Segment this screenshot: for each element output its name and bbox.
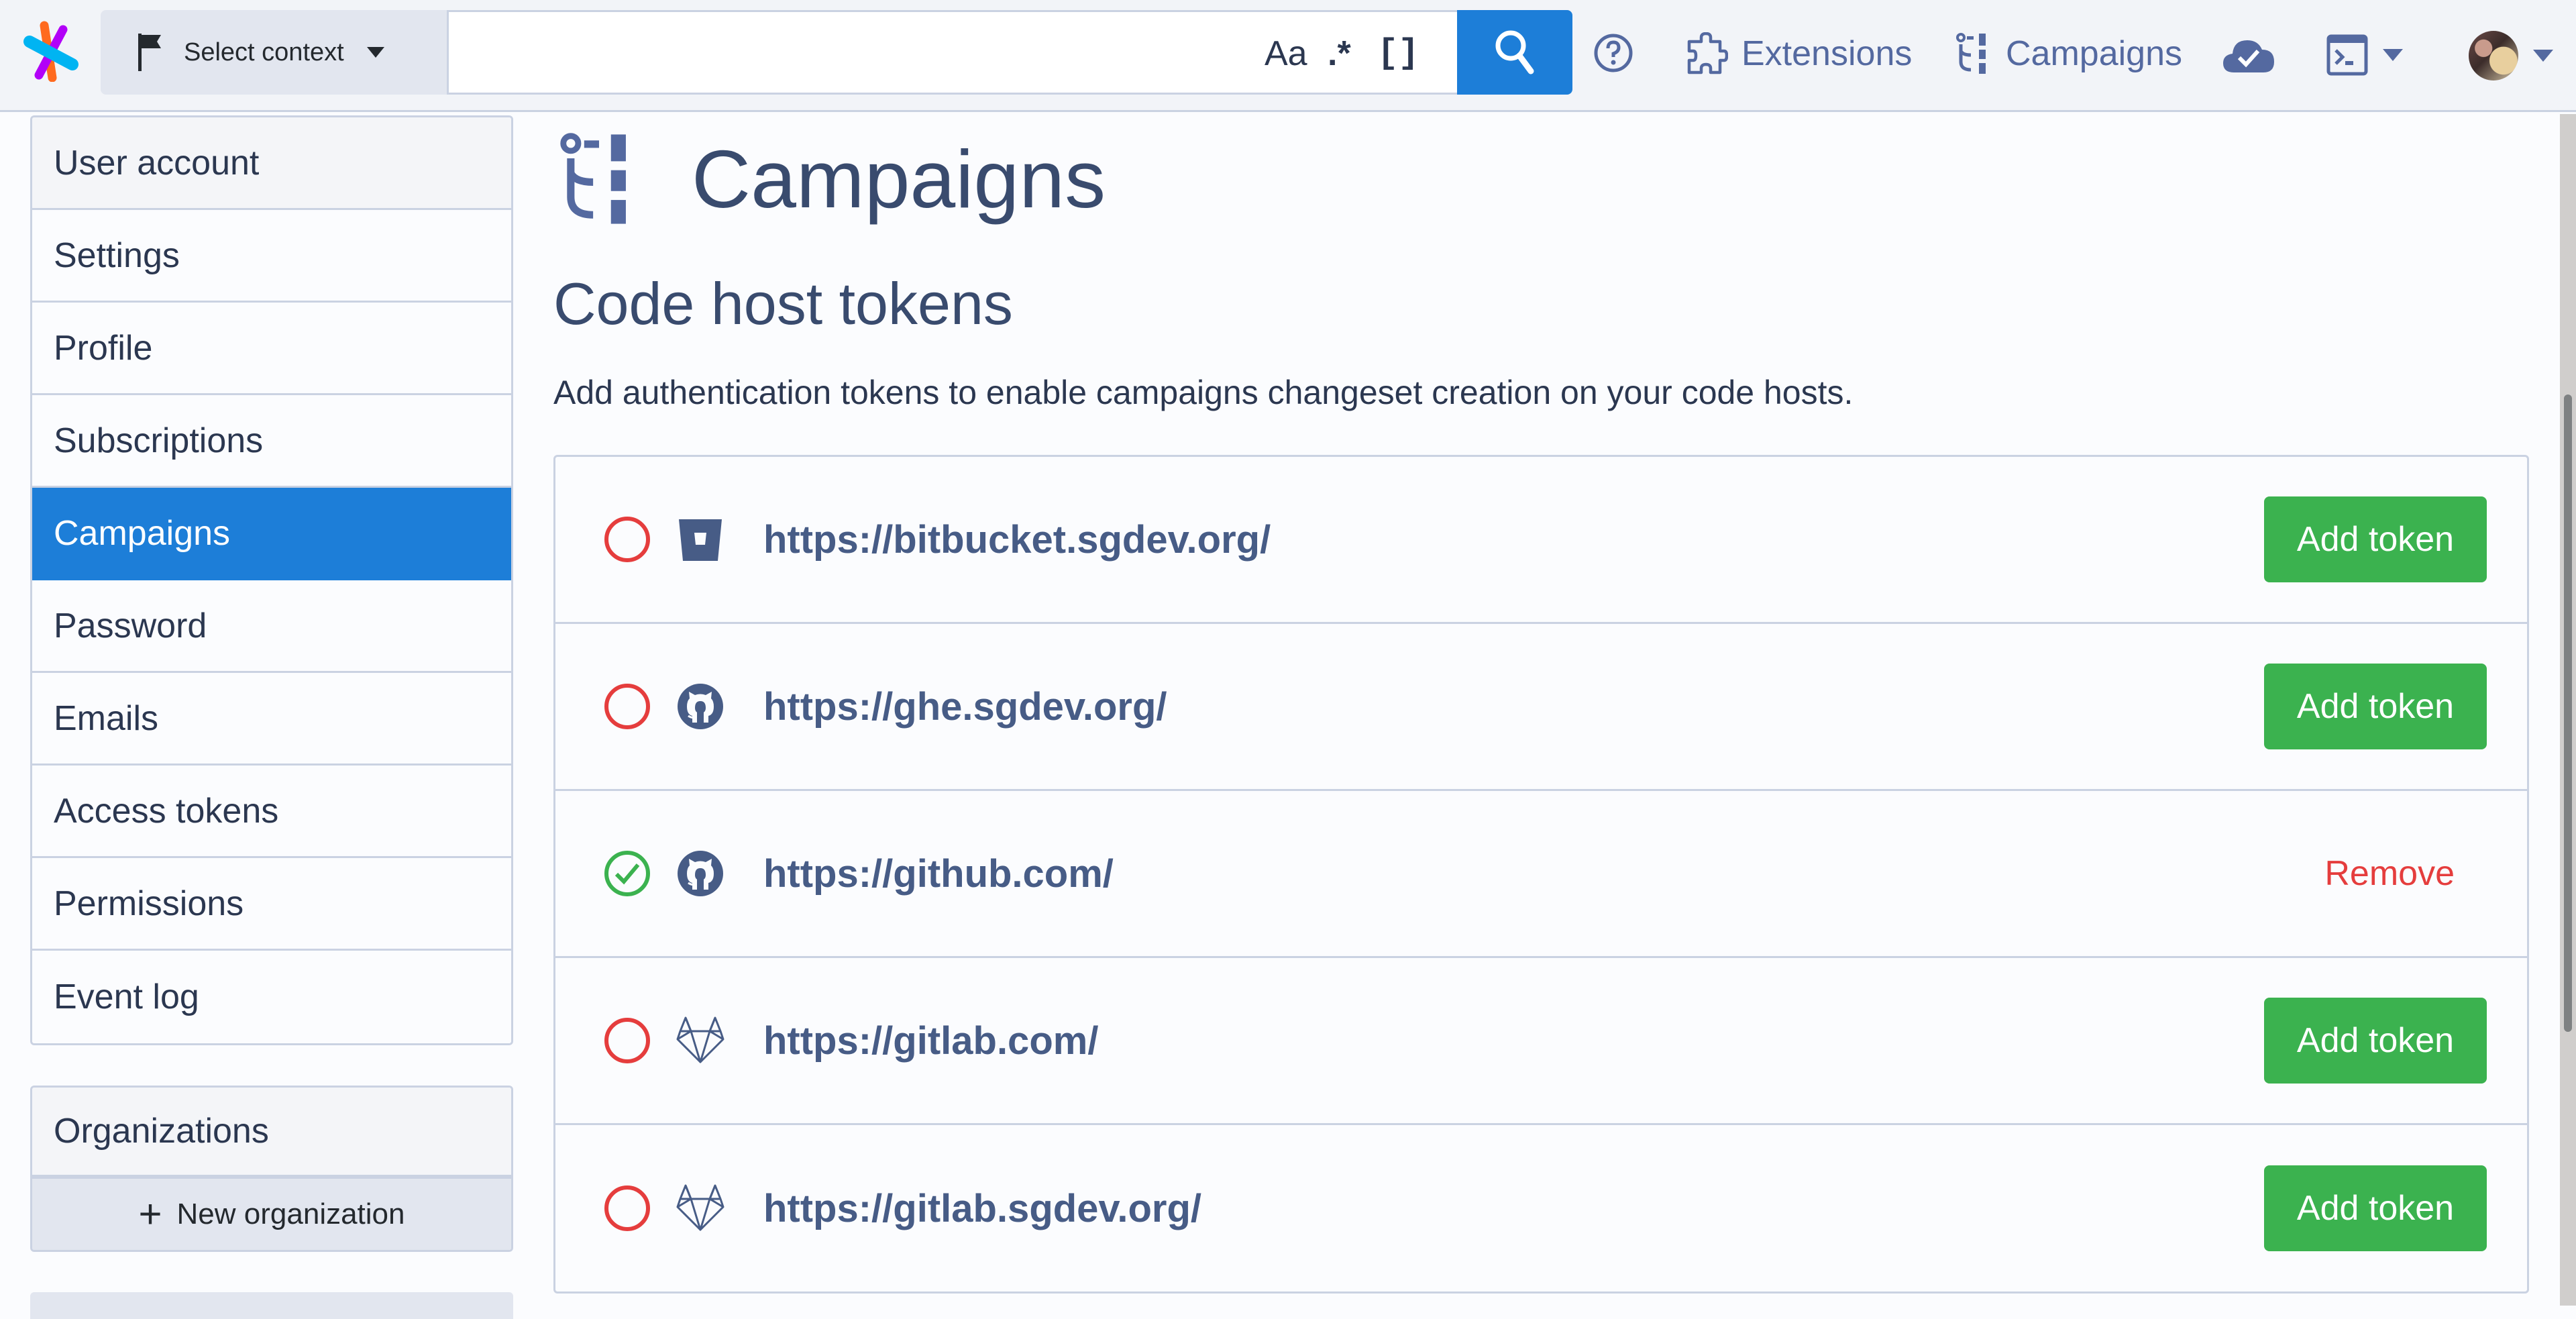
sidebar-item-emails[interactable]: Emails (32, 673, 511, 766)
section-description: Add authentication tokens to enable camp… (553, 374, 1854, 411)
code-host-row: https://bitbucket.sgdev.org/ Add token (555, 457, 2527, 624)
github-icon (678, 851, 723, 896)
select-context-label: Select context (184, 38, 344, 66)
sidebar-item-event-log[interactable]: Event log (32, 951, 511, 1043)
user-account-nav: User account Settings Profile Subscripti… (30, 115, 513, 1045)
sourcegraph-logo-icon[interactable] (19, 20, 80, 82)
nav-campaigns-link[interactable]: Campaigns (1955, 28, 2182, 79)
status-missing-icon (604, 684, 650, 729)
user-menu-button[interactable] (2469, 30, 2569, 82)
code-host-url[interactable]: https://github.com/ (763, 851, 1114, 896)
chevron-down-icon (2533, 50, 2553, 62)
chevron-down-icon (366, 47, 384, 58)
command-palette-button[interactable] (2326, 34, 2407, 76)
search-submit-button[interactable] (1457, 10, 1572, 95)
sidebar-next-group (30, 1292, 513, 1319)
gitlab-icon (676, 1184, 724, 1231)
code-host-url[interactable]: https://gitlab.sgdev.org/ (763, 1186, 1201, 1231)
sidebar-item-profile[interactable]: Profile (32, 303, 511, 395)
flag-icon (138, 34, 161, 71)
github-icon (678, 684, 723, 729)
section-title: Code host tokens (553, 270, 1013, 337)
remove-token-button[interactable]: Remove (2324, 853, 2455, 894)
user-account-header: User account (32, 117, 511, 210)
search-input[interactable] (449, 12, 1240, 93)
code-host-row: https://github.com/ Remove (555, 791, 2527, 958)
code-host-url[interactable]: https://bitbucket.sgdev.org/ (763, 517, 1271, 562)
chevron-down-icon (2383, 49, 2403, 61)
global-navbar: Select context Aa .* [] Extensions Campa… (0, 0, 2576, 112)
plus-icon: + (138, 1192, 162, 1236)
sidebar-item-campaigns[interactable]: Campaigns (32, 488, 511, 580)
search-box: Aa .* [] (447, 10, 1457, 95)
bitbucket-icon (679, 519, 722, 561)
status-missing-icon (604, 1018, 650, 1063)
organizations-nav: Organizations + New organization (30, 1086, 513, 1252)
status-missing-icon (604, 1185, 650, 1231)
console-icon (2326, 34, 2368, 76)
page-title: Campaigns (692, 134, 1106, 225)
help-circle-icon[interactable] (1593, 32, 1634, 74)
check-circle-icon (604, 851, 650, 896)
cloud-check-icon[interactable] (2222, 38, 2275, 74)
code-host-list: https://bitbucket.sgdev.org/ Add token h… (553, 455, 2529, 1294)
select-context-button[interactable]: Select context (101, 10, 447, 95)
scrollbar-thumb[interactable] (2564, 394, 2572, 1032)
organizations-header: Organizations (32, 1088, 511, 1179)
nav-extensions-link[interactable]: Extensions (1685, 28, 1912, 79)
add-token-button[interactable]: Add token (2264, 664, 2487, 749)
page-header: Campaigns (553, 115, 2529, 243)
code-host-row: https://gitlab.sgdev.org/ Add token (555, 1125, 2527, 1291)
campaigns-icon (1956, 33, 1986, 74)
add-token-button[interactable]: Add token (2264, 998, 2487, 1084)
case-sensitivity-toggle[interactable]: Aa (1265, 35, 1307, 72)
code-host-row: https://gitlab.com/ Add token (555, 958, 2527, 1125)
code-host-row: https://ghe.sgdev.org/ Add token (555, 624, 2527, 791)
sidebar-item-subscriptions[interactable]: Subscriptions (32, 395, 511, 488)
page-scrollbar[interactable] (2560, 114, 2576, 1306)
structural-search-toggle[interactable]: [] (1377, 35, 1419, 72)
regexp-toggle[interactable]: .* (1328, 35, 1351, 72)
main-content: Campaigns Code host tokens Add authentic… (553, 115, 2529, 1294)
gitlab-icon (676, 1016, 724, 1063)
search-icon (1495, 30, 1534, 74)
new-organization-button[interactable]: + New organization (32, 1179, 511, 1250)
status-missing-icon (604, 517, 650, 562)
sidebar-item-settings[interactable]: Settings (32, 210, 511, 303)
code-host-url[interactable]: https://gitlab.com/ (763, 1018, 1098, 1063)
sidebar-item-permissions[interactable]: Permissions (32, 858, 511, 951)
nav-campaigns-label: Campaigns (2006, 34, 2183, 73)
campaigns-icon (560, 133, 626, 224)
add-token-button[interactable]: Add token (2264, 1165, 2487, 1251)
puzzle-icon (1687, 32, 1728, 74)
code-host-url[interactable]: https://ghe.sgdev.org/ (763, 684, 1167, 729)
sidebar-item-access-tokens[interactable]: Access tokens (32, 766, 511, 858)
new-organization-label: New organization (176, 1198, 405, 1230)
add-token-button[interactable]: Add token (2264, 496, 2487, 582)
nav-extensions-label: Extensions (1741, 34, 1913, 73)
avatar (2469, 31, 2518, 81)
sidebar-item-password[interactable]: Password (32, 580, 511, 673)
settings-sidebar: User account Settings Profile Subscripti… (30, 115, 513, 1319)
